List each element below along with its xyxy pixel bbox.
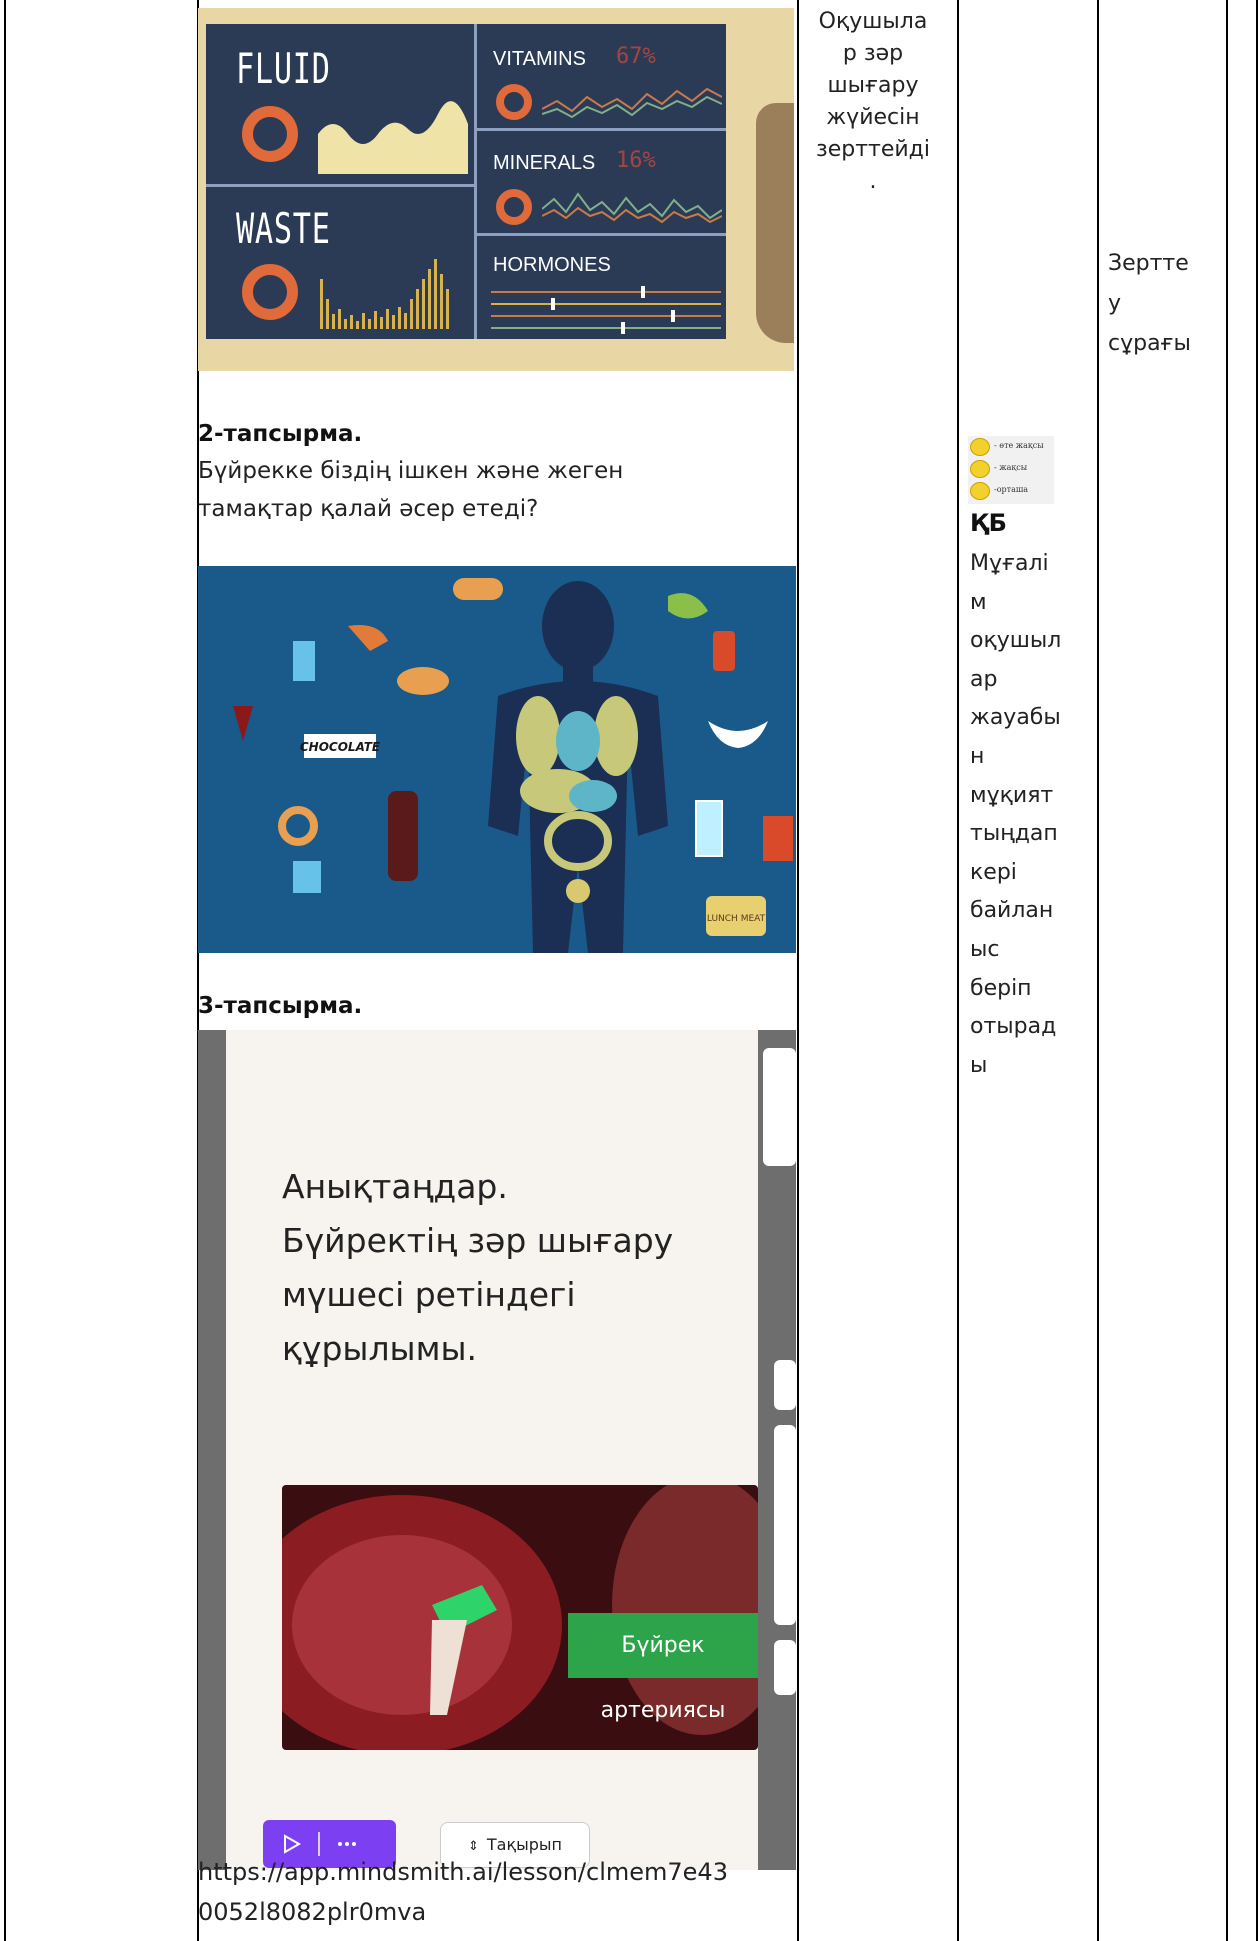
chocolate-label: CHOCOLATE [300, 740, 381, 754]
assessment-line4: ар [970, 666, 998, 692]
legend-good-label: - жақсы [994, 463, 1028, 472]
assessment-line2: м [970, 589, 987, 615]
vitamins-percent: 67% [616, 44, 656, 69]
legend-row-average: -орташа [970, 480, 1054, 500]
assessment-line1: Мұғалі [970, 551, 1049, 576]
smiley-average-icon [970, 482, 990, 500]
body-food-illustration: CHOCOLATE LUNCH MEAT [233, 578, 793, 953]
vitamins-line-chart [542, 87, 722, 119]
assessment-line12: беріп [970, 975, 1032, 1001]
fluid-wave-chart [318, 101, 468, 174]
smiley-excellent-icon [970, 438, 990, 456]
assessment-text: Мұғалі м оқушыл ар жауабы н мұқият тыңда… [970, 545, 1080, 1085]
lesson-slide: Анықтаңдар. Бүйректің зәр шығару мүшесі … [226, 1030, 758, 1870]
assessment-line9: кері [970, 859, 1017, 885]
research-line2: у [1108, 291, 1122, 316]
assessment-line3: оқушыл [970, 628, 1062, 654]
side-card-2 [774, 1425, 796, 1625]
lesson-link-line1[interactable]: https://app.mindsmith.ai/lesson/clmem7e4… [198, 1852, 798, 1892]
task3-title: 3-тапсырма. [198, 993, 363, 1019]
table-border-left [4, 0, 6, 1941]
waste-label: WASTE [236, 204, 331, 253]
goal-line1: Оқушыла [818, 9, 928, 34]
goal-line3: шығару [827, 73, 919, 98]
assessment-line5: жауабы [970, 705, 1061, 731]
hormones-label: HORMONES [493, 254, 611, 276]
task2-title: 2-тапсырма. [198, 421, 363, 447]
vitamins-label: VITAMINS [493, 48, 586, 70]
slide-heading: Анықтаңдар. Бүйректің зәр шығару мүшесі … [282, 1160, 722, 1376]
assessment-line13: отырад [970, 1014, 1057, 1040]
legend-row-excellent: - өте жақсы [970, 436, 1054, 456]
body-food-image: CHOCOLATE LUNCH MEAT [198, 566, 796, 953]
table-border-col6 [1226, 0, 1228, 1941]
minerals-percent: 16% [616, 148, 656, 173]
slide-heading-line2: Бүйректің зәр шығару [282, 1221, 674, 1260]
task2-text: Бүйрекке біздің ішкен және жеген тамақта… [198, 452, 788, 528]
infographic-dashboard: FLUID WASTE VITAMINS 67% MINERALS 16% HO… [206, 24, 726, 339]
emoji-legend: - өте жақсы - жақсы -орташа [968, 436, 1054, 504]
minerals-ring-icon [496, 189, 532, 225]
side-card-top [763, 1048, 796, 1166]
minerals-line-chart [542, 192, 722, 224]
legend-excellent-label: - өте жақсы [994, 441, 1044, 450]
research-question-text: Зертте у сұрағы [1108, 244, 1208, 364]
table-border-col5 [1097, 0, 1099, 1941]
table-border-col3 [797, 0, 799, 1941]
task2-text-line1: Бүйрекке біздің ішкен және жеген [198, 458, 624, 484]
assessment-line11: ыс [970, 936, 1000, 962]
goal-line5: зерттейді [816, 137, 930, 162]
table-border-col4 [957, 0, 959, 1941]
slide-heading-line1: Анықтаңдар. [282, 1167, 508, 1206]
lesson-link[interactable]: https://app.mindsmith.ai/lesson/clmem7e4… [198, 1852, 798, 1932]
slide-heading-line4: құрылымы. [282, 1329, 478, 1368]
slide-heading-line3: мүшесі ретіндегі [282, 1275, 576, 1314]
research-line1: Зертте [1108, 251, 1189, 276]
task2-text-line2: тамақтар қалай әсер етеді? [198, 496, 539, 522]
lesson-app-screenshot: Анықтаңдар. Бүйректің зәр шығару мүшесі … [198, 1030, 796, 1870]
assessment-line8: тыңдап [970, 821, 1058, 847]
goal-line2: р зәр [842, 41, 904, 66]
kidney-video[interactable]: Бүйрек артериясы [282, 1485, 758, 1750]
lunch-meat-label: LUNCH MEAT [707, 914, 766, 924]
hormones-sliders [491, 286, 721, 334]
assessment-line6: н [970, 743, 985, 769]
video-label-renal-artery: Бүйрек артериясы [568, 1613, 758, 1723]
side-card-1 [774, 1360, 796, 1410]
assessment-heading: ҚБ [970, 509, 1007, 537]
smiley-good-icon [970, 460, 990, 478]
human-figure-edge [756, 103, 794, 343]
research-line3: сұрағы [1108, 331, 1191, 356]
legend-row-good: - жақсы [970, 458, 1054, 478]
side-card-3 [774, 1640, 796, 1695]
waste-ring-icon [242, 264, 298, 320]
vitamins-ring-icon [496, 84, 532, 120]
learning-goal-text: Оқушыла р зәр шығару жүйесін зерттейді . [803, 6, 943, 198]
minerals-label: MINERALS [493, 152, 596, 174]
lesson-link-line2[interactable]: 0052l8082plr0mva [198, 1892, 798, 1932]
infographic-image: FLUID WASTE VITAMINS 67% MINERALS 16% HO… [198, 8, 794, 371]
assessment-line14: ы [970, 1052, 988, 1078]
legend-average-label: -орташа [994, 485, 1029, 494]
waste-bar-chart [320, 259, 449, 329]
fluid-ring-icon [242, 106, 298, 162]
assessment-line7: мұқият [970, 782, 1054, 808]
assessment-line10: байлан [970, 898, 1054, 924]
goal-line4: жүйесін [826, 105, 920, 130]
goal-line6: . [869, 169, 877, 194]
table-border-right [1256, 0, 1258, 1941]
fluid-label: FLUID [236, 44, 331, 93]
